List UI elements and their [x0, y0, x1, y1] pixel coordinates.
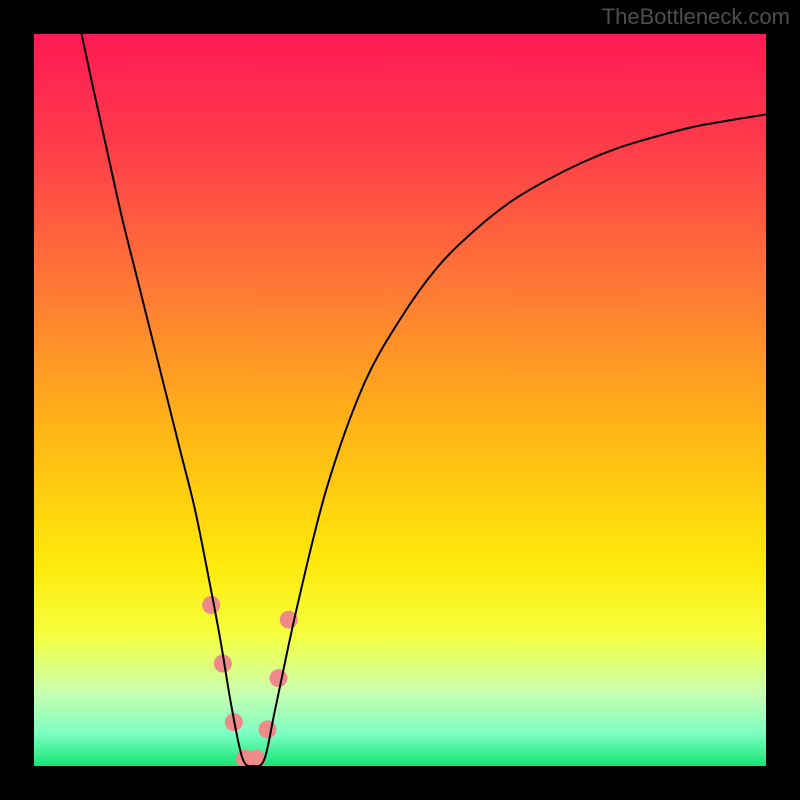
curve-layer	[34, 34, 766, 766]
highlight-dot	[259, 720, 277, 738]
highlight-dot	[202, 596, 220, 614]
plot-area	[34, 34, 766, 766]
watermark-text: TheBottleneck.com	[602, 4, 790, 30]
main-curve	[82, 34, 766, 766]
highlight-dot	[269, 669, 287, 687]
chart-frame: TheBottleneck.com	[0, 0, 800, 800]
